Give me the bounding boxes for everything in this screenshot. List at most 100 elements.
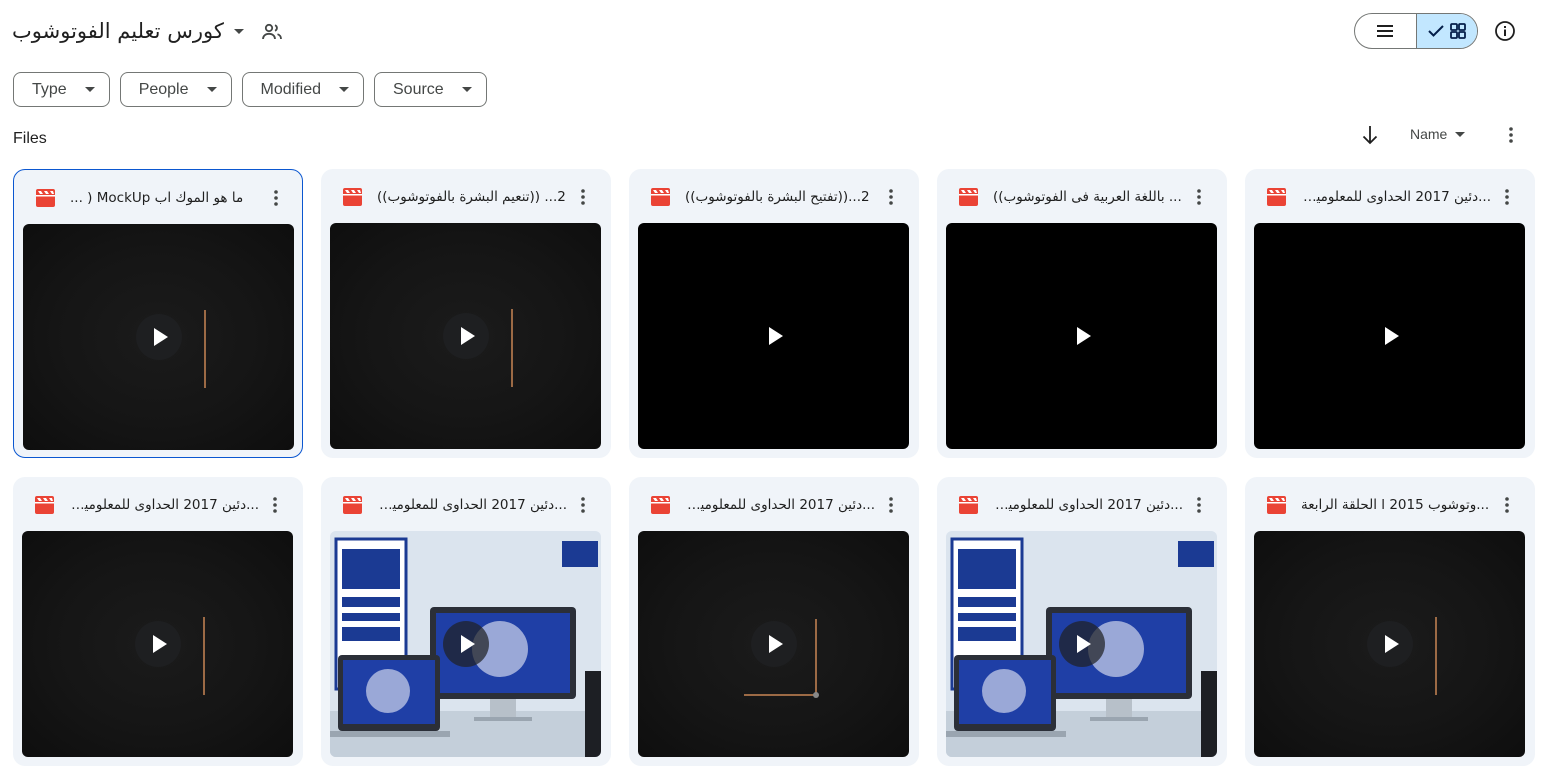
video-file-icon bbox=[959, 188, 978, 206]
play-button[interactable] bbox=[1366, 621, 1413, 667]
view-toggle bbox=[1354, 13, 1478, 49]
file-card[interactable]: ...وتوشوب 2015 l الحلقة الرابعة bbox=[1245, 477, 1535, 766]
file-name: 2...((تفتيح البشرة بالفوتوشوب)) bbox=[685, 189, 870, 205]
list-view-button[interactable] bbox=[1355, 14, 1416, 48]
play-icon bbox=[1384, 635, 1399, 653]
video-thumbnail[interactable] bbox=[1254, 223, 1525, 449]
video-thumbnail[interactable] bbox=[946, 531, 1217, 757]
play-button[interactable] bbox=[134, 621, 181, 667]
chip-label: People bbox=[138, 80, 189, 98]
more-vert-icon[interactable] bbox=[1499, 495, 1515, 515]
video-thumbnail[interactable] bbox=[1254, 531, 1525, 757]
video-file-icon bbox=[343, 188, 362, 206]
more-vert-icon[interactable] bbox=[1499, 187, 1515, 207]
video-file-icon bbox=[651, 188, 670, 206]
file-name: ... باللغة العربية فى الفوتوشوب)) bbox=[993, 189, 1182, 205]
file-card[interactable]: 2...((تفتيح البشرة بالفوتوشوب)) bbox=[629, 169, 919, 458]
chevron-down-icon bbox=[1455, 131, 1466, 137]
file-card[interactable]: 2... ((تنعيم البشرة بالفوتوشوب)) bbox=[321, 169, 611, 458]
check-icon bbox=[1428, 25, 1444, 37]
more-vert-icon[interactable] bbox=[883, 495, 899, 515]
sort-label: Name bbox=[1410, 126, 1448, 142]
file-card[interactable]: ...دئين 2017 الحداوى للمعلوميات bbox=[13, 477, 303, 766]
file-name: ما هو الموك اب MockUp ( ... bbox=[70, 190, 244, 206]
chevron-down-icon bbox=[339, 87, 349, 92]
file-grid: ما هو الموك اب MockUp ( ... 2... ((تنعيم… bbox=[13, 169, 1535, 766]
folder-title-button[interactable]: كورس تعليم الفوتوشوب bbox=[12, 16, 244, 46]
more-vert-icon[interactable] bbox=[1191, 495, 1207, 515]
file-card[interactable]: ...دئين 2017 الحداوى للمعلوميات bbox=[937, 477, 1227, 766]
list-view-icon bbox=[1377, 25, 1394, 37]
play-icon bbox=[1076, 635, 1091, 653]
play-icon bbox=[152, 635, 167, 653]
file-name: ...دئين 2017 الحداوى للمعلوميات bbox=[993, 497, 1183, 513]
play-button[interactable] bbox=[1059, 313, 1105, 359]
play-button[interactable] bbox=[750, 621, 797, 667]
filter-type-chip[interactable]: Type bbox=[13, 72, 110, 107]
video-file-icon bbox=[35, 496, 54, 514]
info-icon[interactable] bbox=[1494, 20, 1516, 42]
video-file-icon bbox=[1267, 496, 1286, 514]
play-button[interactable] bbox=[751, 313, 797, 359]
chip-label: Type bbox=[32, 80, 67, 98]
more-vert-icon[interactable] bbox=[883, 187, 899, 207]
play-icon bbox=[153, 328, 168, 346]
chevron-down-icon bbox=[233, 28, 244, 34]
filter-modified-chip[interactable]: Modified bbox=[241, 72, 364, 107]
chevron-down-icon bbox=[84, 87, 95, 92]
folder-title: كورس تعليم الفوتوشوب bbox=[12, 19, 224, 43]
video-file-icon bbox=[1267, 188, 1286, 206]
sort-by-button[interactable]: Name bbox=[1410, 126, 1466, 142]
video-thumbnail[interactable] bbox=[638, 531, 909, 757]
video-file-icon bbox=[651, 496, 670, 514]
play-icon bbox=[768, 635, 783, 653]
file-card[interactable]: ... باللغة العربية فى الفوتوشوب)) bbox=[937, 169, 1227, 458]
more-vert-icon[interactable] bbox=[267, 495, 283, 515]
video-file-icon bbox=[36, 189, 55, 207]
play-button[interactable] bbox=[442, 621, 489, 667]
video-thumbnail[interactable] bbox=[22, 531, 293, 757]
more-vert-icon[interactable] bbox=[1191, 187, 1207, 207]
play-button[interactable] bbox=[1367, 313, 1413, 359]
video-file-icon bbox=[959, 496, 978, 514]
filter-source-chip[interactable]: Source bbox=[374, 72, 487, 107]
video-thumbnail[interactable] bbox=[23, 224, 294, 450]
more-vert-icon[interactable] bbox=[575, 495, 591, 515]
file-card[interactable]: ما هو الموك اب MockUp ( ... bbox=[13, 169, 303, 458]
video-thumbnail[interactable] bbox=[946, 223, 1217, 449]
file-name: ...وتوشوب 2015 l الحلقة الرابعة bbox=[1301, 497, 1490, 513]
file-name: ...دئين 2017 الحداوى للمعلوميات bbox=[377, 497, 567, 513]
video-thumbnail[interactable] bbox=[330, 531, 601, 757]
play-icon bbox=[460, 327, 475, 345]
file-name: ...دئين 2017 الحداوى للمعلوميات bbox=[1301, 189, 1491, 205]
play-button[interactable] bbox=[442, 313, 489, 359]
play-icon bbox=[768, 327, 783, 345]
chip-label: Modified bbox=[260, 80, 321, 98]
play-icon bbox=[1384, 327, 1399, 345]
file-name: ...دئين 2017 الحداوى للمعلوميات bbox=[69, 497, 259, 513]
file-card[interactable]: ...دئين 2017 الحداوى للمعلوميات bbox=[321, 477, 611, 766]
chevron-down-icon bbox=[206, 87, 217, 92]
sort-direction-icon[interactable] bbox=[1360, 124, 1380, 146]
people-icon[interactable] bbox=[260, 20, 284, 44]
more-vert-icon[interactable] bbox=[575, 187, 591, 207]
file-card[interactable]: ...دئين 2017 الحداوى للمعلوميات bbox=[1245, 169, 1535, 458]
file-name: ...دئين 2017 الحداوى للمعلوميات bbox=[685, 497, 875, 513]
grid-view-icon bbox=[1450, 23, 1466, 39]
video-file-icon bbox=[343, 496, 362, 514]
file-card[interactable]: ...دئين 2017 الحداوى للمعلوميات bbox=[629, 477, 919, 766]
top-bar: كورس تعليم الفوتوشوب bbox=[0, 0, 1543, 64]
more-vert-icon[interactable] bbox=[268, 188, 284, 208]
filter-people-chip[interactable]: People bbox=[119, 72, 232, 107]
file-name: 2... ((تنعيم البشرة بالفوتوشوب)) bbox=[377, 189, 566, 205]
grid-view-button[interactable] bbox=[1415, 14, 1477, 48]
video-thumbnail[interactable] bbox=[330, 223, 601, 449]
filter-chips: Type People Modified Source bbox=[13, 72, 487, 107]
play-button[interactable] bbox=[135, 314, 182, 360]
chip-label: Source bbox=[393, 80, 444, 98]
play-button[interactable] bbox=[1058, 621, 1105, 667]
section-title: Files bbox=[13, 130, 47, 147]
video-thumbnail[interactable] bbox=[638, 223, 909, 449]
more-vert-icon[interactable] bbox=[1502, 125, 1520, 145]
play-icon bbox=[1076, 327, 1091, 345]
